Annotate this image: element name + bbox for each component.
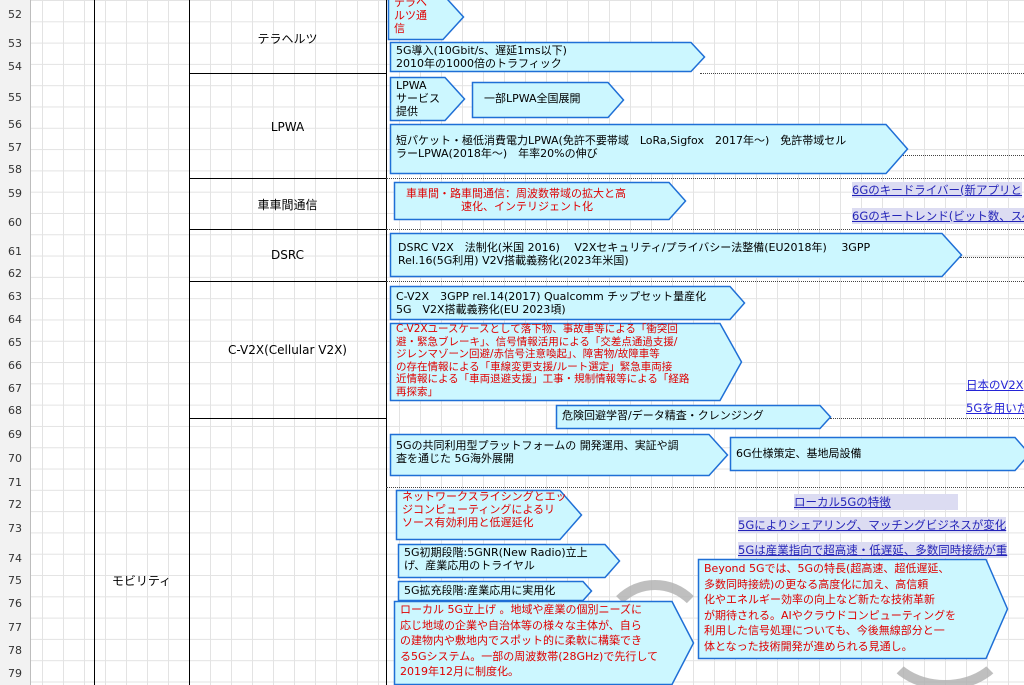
arrow-label: 車車間・路車間通信：周波数帯域の拡大と高 速化、インテリジェント化 [406, 187, 626, 213]
row-border [189, 418, 387, 419]
category-cv2x[interactable]: C-V2X(Cellular V2X) [189, 343, 386, 357]
arrow-terahertz-service[interactable]: テラヘ ルツ通 信 [387, 0, 465, 41]
dotted-row-separator [386, 487, 1024, 488]
row-header-column[interactable]: 52 53 54 55 56 57 58 59 60 61 62 63 64 6… [0, 0, 31, 685]
row-number[interactable]: 73 [0, 522, 30, 536]
row-number[interactable]: 55 [0, 91, 30, 105]
row-number[interactable]: 67 [0, 382, 30, 396]
row-number[interactable]: 60 [0, 216, 30, 230]
link-local5g-features[interactable]: ローカル5Gの特徴 [794, 494, 958, 510]
row-number[interactable]: 69 [0, 428, 30, 442]
row-border [189, 281, 387, 282]
row-number[interactable]: 79 [0, 667, 30, 681]
row-border [189, 229, 387, 230]
column-border [386, 0, 387, 685]
dotted-row-separator [830, 418, 1024, 419]
dotted-row-separator [386, 281, 1024, 282]
arrow-dsrc-v2x[interactable]: DSRC V2X 法制化(米国 2016) V2Xセキュリティ/プライバシー法整… [389, 232, 963, 278]
row-number[interactable]: 62 [0, 267, 30, 281]
row-number[interactable]: 54 [0, 60, 30, 74]
link-6g-key-driver[interactable]: 6Gのキードライバー(新アプリと [852, 182, 1022, 198]
link-japan-v2x[interactable]: 日本のV2X [966, 377, 1024, 393]
arrow-beyond-5g[interactable]: Beyond 5Gでは、5Gの特長(超高速、超低遅延、 多数同時接続)の更なる高… [697, 558, 1009, 660]
row-number[interactable]: 58 [0, 163, 30, 177]
row-number[interactable]: 75 [0, 574, 30, 588]
row-number[interactable]: 63 [0, 290, 30, 304]
row-number[interactable]: 59 [0, 187, 30, 201]
link-using-5g[interactable]: 5Gを用いた [966, 400, 1024, 416]
arrow-lpwa-short-packet[interactable]: 短パケット・極低消費電力LPWA(免許不要帯域 LoRa,Sigfox 2017… [389, 123, 909, 175]
link-5g-sharing[interactable]: 5Gによりシェアリング、マッチングビジネスが変化 [738, 517, 1007, 533]
row-number[interactable]: 64 [0, 313, 30, 327]
dotted-row-separator [386, 178, 1024, 179]
row-number[interactable]: 71 [0, 476, 30, 490]
spreadsheet-sheet[interactable]: 52 53 54 55 56 57 58 59 60 61 62 63 64 6… [0, 0, 1024, 685]
arrow-v2v-comm[interactable]: 車車間・路車間通信：周波数帯域の拡大と高 速化、インテリジェント化 [393, 181, 687, 221]
row-number[interactable]: 61 [0, 245, 30, 259]
row-number[interactable]: 52 [0, 8, 30, 22]
row-number[interactable]: 53 [0, 37, 30, 51]
dotted-row-separator [386, 229, 1024, 230]
arrow-label: 5Gの共同利用型プラットフォームの 開発運用、実証や調 査を通じた 5G海外展開 [396, 439, 679, 465]
row-number[interactable]: 74 [0, 552, 30, 566]
category-lpwa[interactable]: LPWA [189, 120, 386, 134]
arrow-network-slicing[interactable]: ネットワークスライシングとエッ ジコンピューティングによるリ ソース有効利用と低… [395, 489, 583, 541]
arrow-label: DSRC V2X 法制化(米国 2016) V2Xセキュリティ/プライバシー法整… [398, 241, 871, 267]
link-6g-key-trend[interactable]: 6Gのキートレンド(ビット数、スペ [852, 208, 1024, 224]
category-dsrc[interactable]: DSRC [189, 248, 386, 262]
row-number[interactable]: 77 [0, 621, 30, 635]
arrow-label: 5G導入(10Gbit/s、遅延1ms以下) 2010年の1000倍のトラフィッ… [396, 44, 567, 70]
row-border [189, 73, 387, 74]
row-number[interactable]: 66 [0, 359, 30, 373]
arrow-label: C-V2Xユースケースとして落下物、事故車等による「衝突回 避・緊急ブレーキ」、… [396, 323, 690, 398]
arrow-label: テラヘ ルツ通 信 [394, 0, 427, 35]
arrow-cv2x-usecase[interactable]: C-V2Xユースケースとして落下物、事故車等による「衝突回 避・緊急ブレーキ」、… [389, 322, 743, 402]
arrow-label: 危険回避学習/データ精査・クレンジング [562, 409, 764, 422]
arrow-label: 5G初期段階:5GNR(New Radio)立上 げ、産業応用のトライヤル [404, 546, 588, 572]
arrow-5g-intro[interactable]: 5G導入(10Gbit/s、遅延1ms以下) 2010年の1000倍のトラフィッ… [389, 41, 706, 73]
category-mobility[interactable]: モビリティ [94, 572, 189, 589]
arrow-lpwa-partial[interactable]: 一部LPWA全国展開 [471, 81, 625, 119]
arrow-5g-expand[interactable]: 5G拡充段階:産業応用に実用化 [397, 580, 593, 602]
dotted-row-separator [960, 257, 1024, 258]
arrow-label: 5G拡充段階:産業応用に実用化 [404, 584, 556, 597]
row-number[interactable]: 65 [0, 336, 30, 350]
row-border [189, 178, 387, 179]
arrow-label: ローカル 5G立上げ 。地域や産業の個別ニーズに 応じ地域の企業や自治体等の様々… [400, 603, 659, 679]
arrow-label: 6G仕様策定、基地局設備 [736, 447, 862, 460]
arrow-danger-learning[interactable]: 危険回避学習/データ精査・クレンジング [555, 404, 832, 430]
arrow-lpwa-service[interactable]: LPWA サービス 提供 [389, 76, 466, 122]
row-number[interactable]: 72 [0, 498, 30, 512]
row-number[interactable]: 57 [0, 141, 30, 155]
arrow-label: 一部LPWA全国展開 [484, 92, 581, 105]
dotted-row-separator [900, 155, 1024, 156]
category-terahertz[interactable]: テラヘルツ [189, 30, 386, 47]
arrow-label: 短パケット・極低消費電力LPWA(免許不要帯域 LoRa,Sigfox 2017… [396, 134, 847, 160]
row-number[interactable]: 70 [0, 452, 30, 466]
row-number[interactable]: 68 [0, 404, 30, 418]
arrow-label: LPWA サービス 提供 [396, 79, 440, 118]
arrow-label: Beyond 5Gでは、5Gの特長(超高速、超低遅延、 多数同時接続)の更なる高… [704, 562, 957, 653]
category-v2v[interactable]: 車車間通信 [189, 196, 386, 213]
row-number[interactable]: 76 [0, 597, 30, 611]
row-number[interactable]: 56 [0, 118, 30, 132]
link-5g-industry[interactable]: 5Gは産業指向で超高速・低遅延、多数同時接続が重 [738, 542, 1008, 558]
row-number[interactable]: 78 [0, 644, 30, 658]
arrow-5g-platform[interactable]: 5Gの共同利用型プラットフォームの 開発運用、実証や調 査を通じた 5G海外展開 [389, 433, 729, 477]
arrow-5g-initial[interactable]: 5G初期段階:5GNR(New Radio)立上 げ、産業応用のトライヤル [397, 543, 621, 579]
arrow-local5g-launch[interactable]: ローカル 5G立上げ 。地域や産業の個別ニーズに 応じ地域の企業や自治体等の様々… [393, 600, 695, 685]
dotted-row-separator [700, 73, 1024, 74]
arrow-label: C-V2X 3GPP rel.14(2017) Qualcomm チップセット量… [396, 290, 707, 316]
arrow-6g-spec[interactable]: 6G仕様策定、基地局設備 [729, 436, 1024, 472]
arrow-label: ネットワークスライシングとエッ ジコンピューティングによるリ ソース有効利用と低… [402, 490, 567, 529]
arrow-cv2x-3gpp[interactable]: C-V2X 3GPP rel.14(2017) Qualcomm チップセット量… [389, 285, 746, 321]
